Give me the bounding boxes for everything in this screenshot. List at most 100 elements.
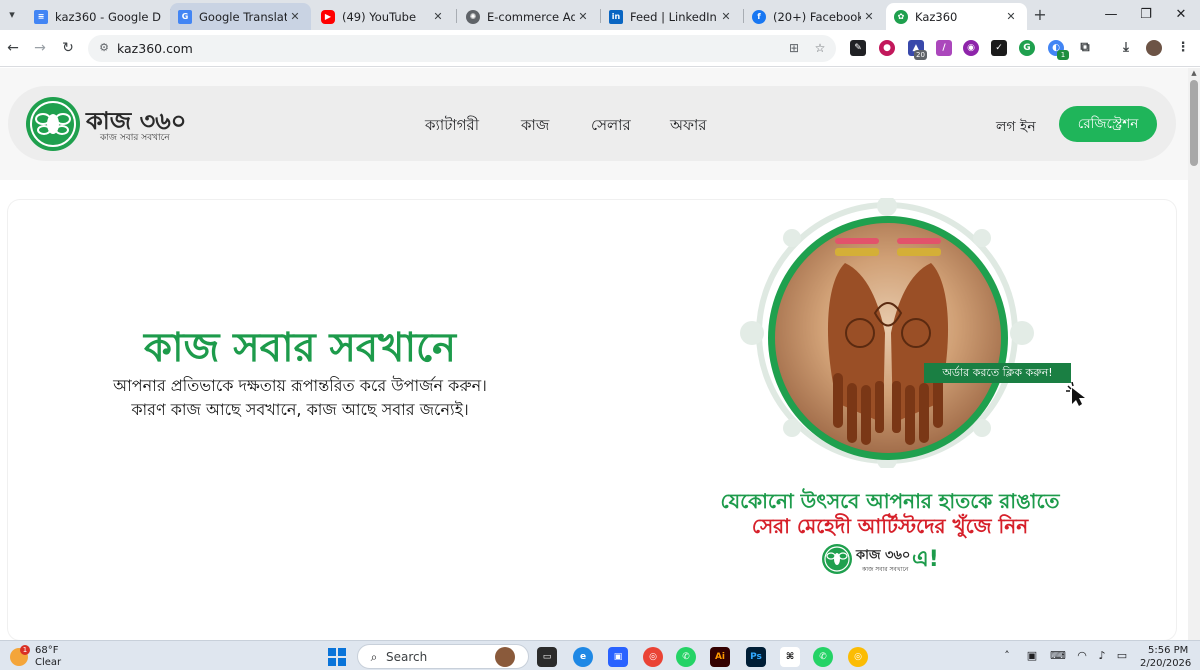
site-info-icon[interactable]: ⚙ xyxy=(96,40,112,56)
tab-youtube[interactable]: ▶ (49) YouTube ✕ xyxy=(313,3,454,30)
nav-sellers[interactable]: সেলার xyxy=(591,114,631,139)
login-link[interactable]: লগ ইন xyxy=(996,115,1036,139)
tab-search-icon[interactable]: ▾ xyxy=(4,7,20,23)
tab-title: (49) YouTube xyxy=(342,9,417,24)
address-bar[interactable]: ⚙ kaz360.com ⊞ ☆ xyxy=(88,35,836,62)
url-text[interactable]: kaz360.com xyxy=(117,41,193,56)
weather-condition[interactable]: Clear xyxy=(35,657,61,668)
chrome-icon[interactable]: ◎ xyxy=(643,647,663,667)
tab-title: Kaz360 xyxy=(915,9,958,24)
illustrator-icon[interactable]: Ai xyxy=(710,647,730,667)
nav-offers[interactable]: অফার xyxy=(670,114,707,139)
logo-tagline: কাজ সবার সবখানে xyxy=(100,133,170,143)
tab-title: E-commerce Ad Strat xyxy=(487,9,575,24)
linkedin-icon: in xyxy=(609,9,623,24)
eyedropper-extension-icon[interactable]: ✎ xyxy=(850,40,866,56)
cursor-click-icon xyxy=(1066,382,1085,406)
close-icon[interactable]: ✕ xyxy=(861,10,877,23)
page-scrollbar[interactable]: ▲ xyxy=(1188,68,1200,640)
capcut-icon[interactable]: ⌘ xyxy=(780,647,800,667)
store-icon[interactable]: ▣ xyxy=(608,647,628,667)
tab-linkedin[interactable]: in Feed | LinkedIn ✕ xyxy=(601,3,742,30)
bookmark-star-icon[interactable]: ☆ xyxy=(812,40,828,56)
extension-badge: 1 xyxy=(1057,50,1069,60)
windows-start-icon[interactable] xyxy=(327,647,347,667)
register-button[interactable]: রেজিস্ট্রেশন xyxy=(1059,106,1157,142)
edge-browser-icon[interactable]: e xyxy=(573,647,593,667)
scroll-up-arrow-icon[interactable]: ▲ xyxy=(1190,69,1198,77)
signal-extension-icon[interactable]: ◉ xyxy=(963,40,979,56)
hero-subtitle: আপনার প্রতিভাকে দক্ষতায় রূপান্তরিত করে … xyxy=(0,374,600,422)
grammar-extension-icon[interactable]: G xyxy=(1019,40,1035,56)
google-docs-icon: ≡ xyxy=(34,9,48,24)
volume-icon[interactable]: ♪ xyxy=(1095,649,1109,663)
whatsapp-2-icon[interactable]: ✆ xyxy=(813,647,833,667)
promo-order-button[interactable]: অর্ডার করতে ক্লিক করুন! xyxy=(924,363,1071,383)
check-extension-icon[interactable]: ✓ xyxy=(991,40,1007,56)
promo-suffix: এ! xyxy=(912,547,939,572)
close-icon[interactable]: ✕ xyxy=(575,10,591,23)
facebook-icon: f xyxy=(752,9,766,24)
forward-button[interactable]: → xyxy=(31,39,49,57)
hero-subtitle-line: আপনার প্রতিভাকে দক্ষতায় রূপান্তরিত করে … xyxy=(113,376,487,395)
close-icon[interactable]: ✕ xyxy=(1003,10,1019,23)
chrome-2-icon[interactable]: ◎ xyxy=(848,647,868,667)
henna-hands-photo[interactable] xyxy=(768,216,1008,460)
tab-google-docs[interactable]: ≡ kaz360 - Google Doc xyxy=(26,3,169,30)
hero-subtitle-line: কারণ কাজ আছে সবখানে, কাজ আছে সবার জন্যেই… xyxy=(131,400,469,419)
download-icon[interactable]: ⤓ xyxy=(1118,40,1134,56)
close-icon[interactable]: ✕ xyxy=(718,10,734,23)
tab-title: kaz360 - Google Doc xyxy=(55,9,161,24)
keyboard-icon[interactable]: ⌨ xyxy=(1050,649,1066,663)
tray-chevron-icon[interactable]: ˄ xyxy=(1000,649,1014,663)
weather-badge: 1 xyxy=(20,645,30,655)
battery-icon[interactable]: ▭ xyxy=(1115,649,1129,663)
google-translate-icon: G xyxy=(178,9,192,24)
minimize-button[interactable]: — xyxy=(1102,6,1120,24)
profile-avatar[interactable] xyxy=(1146,40,1162,56)
search-highlight-icon[interactable] xyxy=(495,647,515,667)
hero-title: কাজ সবার সবখানে xyxy=(143,325,456,371)
promo-logo-tagline: কাজ সবার সবখানে xyxy=(862,566,909,573)
color-extension-icon[interactable]: ● xyxy=(879,40,895,56)
pen-extension-icon[interactable]: / xyxy=(936,40,952,56)
search-icon: ⌕ xyxy=(370,650,378,664)
menu-kebab-icon[interactable]: ⋮ xyxy=(1175,40,1191,56)
tab-title: Google Translate xyxy=(199,9,287,24)
kaz360-icon: ✿ xyxy=(894,9,908,24)
weather-temperature[interactable]: 68°F xyxy=(35,645,58,656)
tab-kaz360[interactable]: ✿ Kaz360 ✕ xyxy=(886,3,1027,30)
tab-google-translate[interactable]: G Google Translate ✕ xyxy=(170,3,311,30)
tab-chatgpt[interactable]: ✺ E-commerce Ad Strat ✕ xyxy=(458,3,599,30)
extension-badge: 20 xyxy=(914,50,927,60)
close-icon[interactable]: ✕ xyxy=(287,10,303,23)
new-tab-button[interactable]: + xyxy=(1031,6,1049,24)
wifi-icon[interactable]: ◠ xyxy=(1075,649,1089,663)
promo-headline-2: সেরা মেহেদী আর্টিস্টদের খুঁজে নিন xyxy=(751,514,1029,538)
page-viewport: কাজ ৩৬০ কাজ সবার সবখানে ক্যাটাগরী কাজ সে… xyxy=(0,68,1188,640)
tray-app-icon[interactable]: ▣ xyxy=(1025,649,1039,663)
restore-button[interactable]: ❐ xyxy=(1137,6,1155,24)
photoshop-icon[interactable]: Ps xyxy=(746,647,766,667)
close-icon[interactable]: ✕ xyxy=(430,10,446,23)
scroll-thumb[interactable] xyxy=(1190,80,1198,166)
tab-strip: ▾ ≡ kaz360 - Google Doc G Google Transla… xyxy=(0,0,1200,30)
nav-categories[interactable]: ক্যাটাগরী xyxy=(425,114,479,139)
translate-icon[interactable]: ⊞ xyxy=(786,40,802,56)
nav-jobs[interactable]: কাজ xyxy=(521,114,549,139)
reload-button[interactable]: ↻ xyxy=(59,39,77,57)
close-window-button[interactable]: ✕ xyxy=(1172,6,1190,24)
clock-date[interactable]: 2/20/2026 xyxy=(1140,658,1191,669)
chatgpt-icon: ✺ xyxy=(466,9,480,24)
whatsapp-icon[interactable]: ✆ xyxy=(676,647,696,667)
extensions-puzzle-icon[interactable]: ⧉ xyxy=(1077,40,1093,56)
kaz360-logo-icon[interactable] xyxy=(26,97,80,151)
back-button[interactable]: ← xyxy=(4,39,22,57)
task-view-icon[interactable]: ▭ xyxy=(537,647,557,667)
browser-toolbar: ← → ↻ ⚙ kaz360.com ⊞ ☆ ✎ ● ▲ 20 / ◉ ✓ G … xyxy=(0,30,1200,67)
tab-title: Feed | LinkedIn xyxy=(630,9,717,24)
taskbar-search-label: Search xyxy=(386,650,428,664)
tab-separator xyxy=(456,9,457,23)
clock-time[interactable]: 5:56 PM xyxy=(1148,645,1188,656)
tab-facebook[interactable]: f (20+) Facebook ✕ xyxy=(744,3,885,30)
